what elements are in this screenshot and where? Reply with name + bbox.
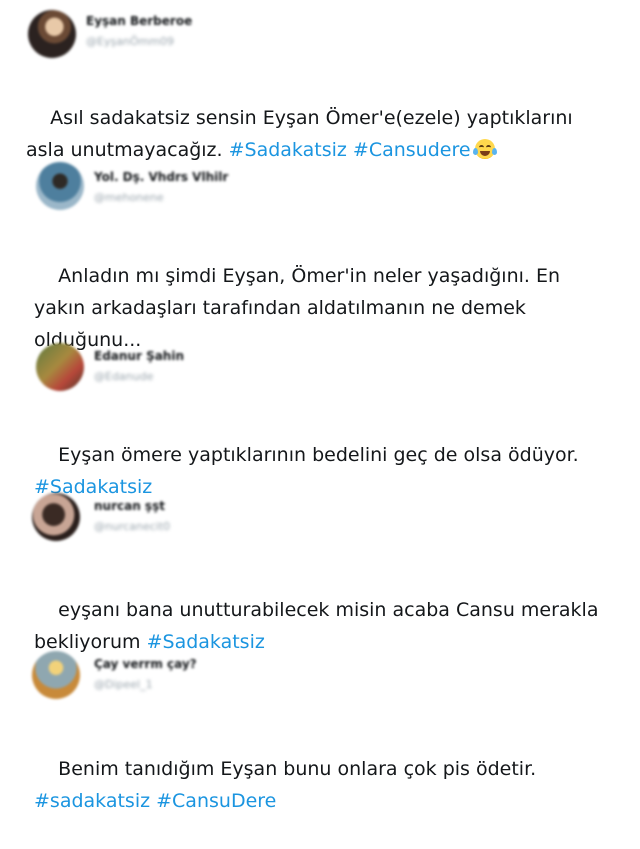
tweet-card: nurcan şşt @nurcanecit0 eyşanı bana unut… <box>0 485 640 653</box>
hashtag-link[interactable]: #sadakatsiz <box>34 790 150 812</box>
user-handle[interactable]: @Edanude <box>94 370 153 383</box>
avatar[interactable] <box>28 10 76 58</box>
user-handle[interactable]: @Dipeel_1 <box>94 678 153 691</box>
tweet-card: Edanur Şahin @Edanude Eyşan ömere yaptık… <box>0 335 640 498</box>
tweet-card: Çay verrm çay? @Dipeel_1 Benim tanıdığım… <box>0 645 640 812</box>
user-handle[interactable]: @EyşanÖmm09 <box>86 35 174 48</box>
tweet-text-segment: Benim tanıdığım Eyşan bunu onlara çok pi… <box>58 758 537 780</box>
hashtag-link[interactable]: #CansuDere <box>156 790 276 812</box>
avatar[interactable] <box>32 651 80 699</box>
avatar[interactable] <box>36 343 84 391</box>
tweet-card: Eyşan Berberoe @EyşanÖmm09 Asıl sadakats… <box>0 0 640 161</box>
user-handle[interactable]: @nurcanecit0 <box>94 520 170 533</box>
display-name[interactable]: Edanur Şahin <box>94 349 184 363</box>
display-name[interactable]: Çay verrm çay? <box>94 657 197 671</box>
avatar[interactable] <box>36 162 84 210</box>
display-name[interactable]: nurcan şşt <box>94 499 165 513</box>
display-name[interactable]: Yol. Dş. Vhdrs Vlhilr <box>94 170 228 184</box>
display-name[interactable]: Eyşan Berberoe <box>86 14 192 28</box>
user-handle[interactable]: @mehonene <box>94 191 164 204</box>
tweet-card: Yol. Dş. Vhdrs Vlhilr @mehonene Anladın … <box>0 150 640 351</box>
tweet-text: Benim tanıdığım Eyşan bunu onlara çok pi… <box>34 721 634 849</box>
avatar[interactable] <box>32 493 80 541</box>
tweet-text-segment: Eyşan ömere yaptıklarının bedelini geç d… <box>58 444 579 466</box>
